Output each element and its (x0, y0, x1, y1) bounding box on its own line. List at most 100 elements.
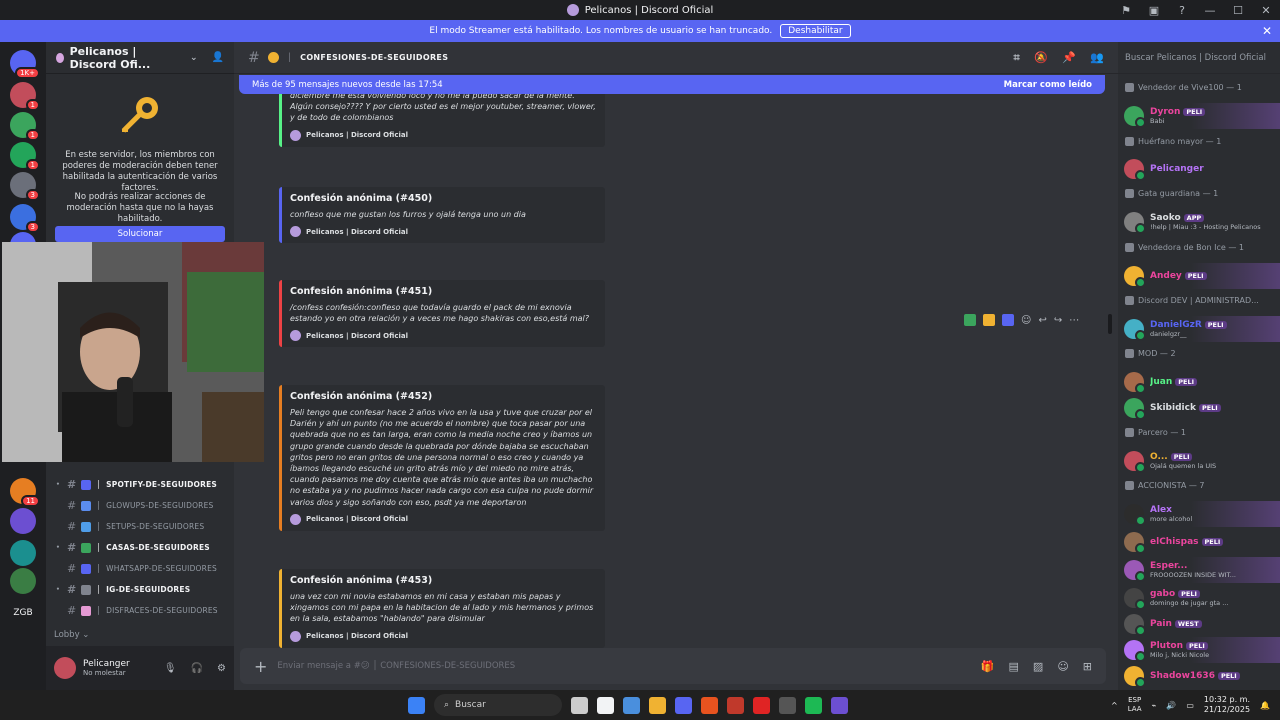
gift-icon[interactable]: 🎁 (981, 660, 995, 673)
member-item[interactable]: Shadow1636 PELI (1118, 663, 1280, 689)
channel-item[interactable]: • # │ CASAS-DE-SEGUIDORES (46, 537, 234, 558)
channel-item[interactable]: • # │ IG-DE-SEGUIDORES (46, 579, 234, 600)
channel-emoji-icon (81, 479, 92, 490)
notification-icon[interactable]: 🔔 (1260, 701, 1270, 710)
member-item[interactable]: Pain WEST (1118, 611, 1280, 637)
member-item[interactable]: Skibidick PELI (1118, 395, 1280, 421)
channel-item[interactable]: • # │ SPOTIFY-DE-SEGUIDORES (46, 474, 234, 495)
channel-item[interactable]: # │ DISFRACES-DE-SEGUIDORES (46, 600, 234, 621)
member-item[interactable]: Andey PELI (1118, 263, 1280, 289)
emoji-icon[interactable]: ☺ (1057, 660, 1068, 673)
volume-icon[interactable]: 🔊 (1166, 701, 1176, 710)
battery-icon[interactable]: ▭ (1186, 701, 1194, 710)
embed-footer-text: Pelicanos | Discord Oficial (306, 515, 408, 524)
channel-item[interactable]: # │ WHATSAPP-DE-SEGUIDORES (46, 558, 234, 579)
server-icon[interactable]: 3 (10, 172, 40, 201)
capcut-icon[interactable] (727, 696, 744, 714)
server-icon[interactable]: 1 (10, 142, 40, 171)
inbox-icon[interactable]: ⚑ (1112, 4, 1140, 17)
clock[interactable]: 10:32 p. m. 21/12/2025 (1204, 695, 1250, 715)
chevron-down-icon[interactable]: ⌄ (190, 53, 198, 63)
server-icon[interactable]: ZGB (10, 600, 36, 626)
thumbs-up-icon[interactable] (983, 314, 995, 326)
add-member-icon[interactable]: 👤 (212, 52, 224, 63)
hash-icon: # (67, 604, 77, 617)
member-item[interactable]: Pelicanger (1118, 156, 1280, 182)
sticker-icon[interactable]: ▨ (1033, 660, 1043, 673)
file-explorer-icon[interactable] (649, 696, 666, 714)
channel-item[interactable]: # │ SETUPS-DE-SEGUIDORES (46, 516, 234, 537)
search-input[interactable]: Buscar Pelicanos | Discord Oficial (1118, 42, 1280, 74)
reply-icon[interactable]: ↩ (1038, 315, 1046, 326)
channel-emoji-icon (81, 500, 92, 511)
channel-item[interactable]: # │ GLOWUPS-DE-SEGUIDORES (46, 495, 234, 516)
server-icon[interactable] (10, 568, 36, 594)
screen-icon[interactable]: ▣ (1140, 4, 1168, 17)
close-window-button[interactable]: ✕ (1252, 4, 1280, 17)
channel-header: # │ CONFESIONES-DE-SEGUIDORES ⌗ 🔕 📌 👥 (234, 42, 1118, 74)
gear-icon[interactable]: ⚙ (217, 663, 226, 674)
member-item[interactable]: Pluton PELI Milo j, Nicki Nicole (1118, 637, 1280, 663)
windows-start-icon[interactable] (408, 696, 425, 714)
member-item[interactable]: Juan PELI (1118, 369, 1280, 395)
network-icon[interactable]: ⌁ (1152, 701, 1157, 710)
language-indicator[interactable]: ESP LAA (1128, 696, 1142, 714)
add-reaction-icon[interactable]: ☺ (1021, 315, 1031, 326)
member-item[interactable]: elChispas PELI (1118, 529, 1280, 555)
member-item[interactable]: Esper... FROOOOZEN INSIDE WIT... (1118, 557, 1280, 583)
server-icon[interactable]: 3 (10, 204, 40, 233)
app-icon[interactable] (831, 696, 848, 714)
member-name: Pain WEST (1150, 619, 1202, 629)
server-icon[interactable] (10, 540, 36, 566)
gif-icon[interactable]: ▤ (1009, 660, 1019, 673)
member-item[interactable]: Alex more alcohol (1118, 501, 1280, 527)
server-icon[interactable]: 1 (10, 112, 40, 141)
brave-icon[interactable] (701, 696, 718, 714)
discord-icon[interactable] (675, 696, 692, 714)
minimize-button[interactable]: — (1196, 4, 1224, 17)
g-emoji-icon[interactable] (1002, 314, 1014, 326)
notion-icon[interactable] (597, 696, 614, 714)
obs-icon[interactable] (779, 696, 796, 714)
chrome-icon[interactable] (623, 696, 640, 714)
bell-mute-icon[interactable]: 🔕 (1034, 51, 1048, 65)
spotify-icon[interactable] (805, 696, 822, 714)
role-icon (1125, 83, 1134, 92)
message-composer[interactable]: + Enviar mensaje a #😕 │ CONFESIONES-DE-S… (240, 648, 1106, 684)
threads-icon[interactable]: ⌗ (1014, 51, 1021, 65)
guild-header[interactable]: Pelicanos | Discord Ofi... ⌄ 👤 (46, 42, 234, 74)
headphones-icon[interactable]: 🎧 (191, 663, 203, 674)
category-lobby[interactable]: Lobby ⌄ (54, 630, 89, 640)
more-icon[interactable]: ⋯ (1069, 315, 1079, 326)
check-emoji-icon[interactable] (964, 314, 976, 326)
server-icon[interactable]: 1 (10, 82, 40, 111)
embed-description: una vez con mi novia estabamos en mi cas… (290, 592, 594, 624)
member-item[interactable]: gabo PELI domingo de jugar gta ... (1118, 585, 1280, 611)
x-app-icon[interactable] (753, 696, 770, 714)
new-messages-bar[interactable]: Más de 95 mensajes nuevos desde las 17:5… (239, 75, 1105, 94)
mark-read-button[interactable]: Marcar como leído (1004, 80, 1092, 90)
solve-button[interactable]: Solucionar (55, 226, 225, 242)
help-icon[interactable]: ? (1168, 4, 1196, 17)
member-item[interactable]: O... PELI Ojalá quemen la UIS (1118, 448, 1280, 474)
microphone-icon[interactable]: 🎙 (164, 663, 177, 674)
scrollbar[interactable] (1108, 314, 1112, 334)
chevron-up-icon[interactable]: ^ (1111, 701, 1118, 710)
close-icon[interactable]: ✕ (1262, 24, 1272, 38)
task-view-icon[interactable] (571, 696, 588, 714)
server-icon[interactable] (10, 508, 36, 534)
plus-icon[interactable]: + (254, 657, 267, 676)
member-item[interactable]: Dyron PELI Babi (1118, 103, 1280, 129)
member-item[interactable]: DanielGzR PELI danielgzr__ (1118, 316, 1280, 342)
pin-icon[interactable]: 📌 (1062, 51, 1076, 65)
disable-streamer-button[interactable]: Deshabilitar (780, 24, 851, 38)
maximize-button[interactable]: ☐ (1224, 4, 1252, 17)
server-icon[interactable]: 11 (10, 478, 40, 507)
taskbar-search[interactable]: ⌕ Buscar (434, 694, 562, 716)
member-item[interactable]: Saoko APP !help | Miau :3 - Hosting Pelica… (1118, 209, 1280, 235)
avatar[interactable] (54, 657, 76, 679)
server-icon[interactable]: 1K+ (10, 50, 40, 79)
forward-icon[interactable]: ↪ (1054, 315, 1062, 326)
members-icon[interactable]: 👥 (1090, 51, 1104, 65)
apps-icon[interactable]: ⊞ (1083, 660, 1092, 673)
